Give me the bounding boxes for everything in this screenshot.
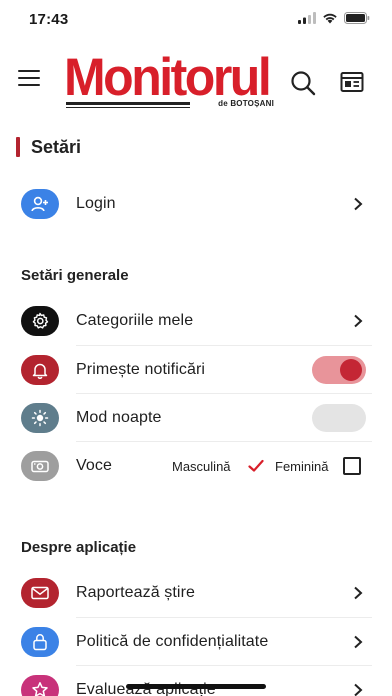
about-section-title: Despre aplicație [21, 539, 137, 556]
voice-female-label: Feminină [275, 458, 329, 474]
chevron-right-icon [354, 586, 363, 600]
night-mode-label: Mod noapte [76, 409, 162, 426]
rate-row[interactable]: Evaluează aplicație [0, 666, 392, 696]
voice-row: Voce Masculină Feminină [0, 442, 392, 490]
privacy-row[interactable]: Politică de confidențialitate [0, 618, 392, 666]
newspaper-icon [340, 72, 364, 92]
hamburger-icon [18, 70, 40, 72]
add-user-icon [21, 189, 59, 219]
voice-label: Voce [76, 457, 112, 474]
categories-row[interactable]: Categoriile mele [0, 297, 392, 345]
app-header: Monitorul de BOTOȘANI [0, 48, 392, 112]
privacy-label: Politică de confidențialitate [76, 633, 269, 650]
chevron-right-icon [354, 314, 363, 328]
gear-icon [21, 306, 59, 336]
notifications-row[interactable]: Primește notificări [0, 346, 392, 394]
night-mode-row[interactable]: Mod noapte [0, 394, 392, 442]
general-section-title: Setări generale [21, 267, 129, 284]
checkmark-icon[interactable] [248, 459, 264, 473]
report-row[interactable]: Raportează știre [0, 569, 392, 617]
search-icon [291, 71, 316, 96]
bell-icon [21, 355, 59, 385]
notifications-label: Primește notificări [76, 361, 206, 378]
signal-icon [298, 12, 316, 24]
login-label: Login [76, 195, 116, 212]
status-time: 17:43 [29, 11, 69, 28]
wifi-icon [323, 13, 337, 24]
night-mode-toggle[interactable] [312, 404, 366, 432]
home-indicator [126, 684, 266, 689]
page-title: Setări [31, 136, 82, 157]
logo[interactable]: Monitorul de BOTOȘANI [64, 50, 274, 110]
voice-female-checkbox[interactable] [343, 457, 361, 475]
star-icon [21, 675, 59, 696]
notifications-toggle[interactable] [312, 356, 366, 384]
sun-icon [21, 403, 59, 433]
chevron-right-icon [354, 683, 363, 696]
title-accent-bar [16, 137, 20, 157]
login-row[interactable]: Login [0, 180, 392, 228]
toggle-knob [340, 359, 362, 381]
battery-icon [344, 12, 370, 24]
search-button[interactable] [290, 70, 316, 96]
voice-male-label: Masculină [172, 458, 231, 474]
page-title-wrap: Setări [16, 136, 81, 158]
mail-icon [21, 578, 59, 608]
logo-rule-thin [66, 107, 190, 108]
chevron-right-icon [354, 197, 363, 211]
newspaper-button[interactable] [340, 71, 364, 93]
toggle-knob [316, 407, 338, 429]
lock-icon [21, 627, 59, 657]
status-icons [298, 12, 370, 24]
logo-subtitle: de BOTOȘANI [218, 99, 274, 108]
chevron-right-icon [354, 635, 363, 649]
camera-icon [21, 451, 59, 481]
logo-rule [66, 102, 190, 105]
logo-text: Monitorul [64, 47, 272, 107]
status-bar: 17:43 [0, 0, 392, 40]
report-label: Raportează știre [76, 584, 195, 601]
categories-label: Categoriile mele [76, 312, 194, 329]
menu-button[interactable] [18, 70, 42, 88]
